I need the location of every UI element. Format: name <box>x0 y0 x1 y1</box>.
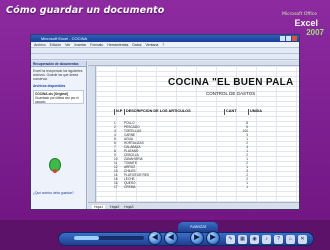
logo-office-text: Microsoft Office <box>281 12 317 17</box>
grid-icon[interactable]: ▦ <box>238 235 247 244</box>
home-icon[interactable]: ⌂ <box>286 235 295 244</box>
header-unit: UNIDA <box>248 109 268 115</box>
row-quantity: 1 <box>246 185 248 189</box>
excel-window-title: Microsoft Excel - COCINA <box>41 36 88 41</box>
logo-year-text: 2007 <box>306 28 324 37</box>
menu-edicion[interactable]: Edición <box>50 42 61 47</box>
menu-herramientas[interactable]: Herramientas <box>107 42 128 47</box>
tab-hoja2[interactable]: Hoja2 <box>110 205 119 209</box>
lesson-title: Cómo guardar un documento <box>6 5 165 16</box>
sound-icon[interactable]: ♪ <box>262 235 271 244</box>
recovered-file-item[interactable]: COCINA.xls [Original] Guardado por últim… <box>33 90 84 104</box>
header-description: DESCRIPCION DE LOS ARTICULOS <box>124 109 224 115</box>
menu-formato[interactable]: Formato <box>90 42 103 47</box>
close-icon[interactable] <box>292 36 297 41</box>
table-row[interactable]: 17 CREMA 1 <box>114 185 299 189</box>
tab-hoja3[interactable]: Hoja3 <box>124 205 133 209</box>
tab-hoja1[interactable]: Hoja1 <box>92 205 106 209</box>
help-link[interactable]: ¿Qué archivo debo guardar? <box>33 191 74 195</box>
menu-ver[interactable]: Ver <box>65 42 70 47</box>
taskpane-header: Recuperación de documentos <box>31 61 86 67</box>
next-icon[interactable]: ▶ <box>190 231 204 245</box>
menu-datos[interactable]: Datos <box>132 42 141 47</box>
help-icon[interactable]: ? <box>274 235 283 244</box>
worksheet-grid[interactable]: COCINA "EL BUEN PALA CONTROL DE GASTOS N… <box>88 61 299 209</box>
logo-product-text: Excel <box>294 18 318 28</box>
sheet-title: COCINA "EL BUEN PALA <box>168 77 294 88</box>
table-rows: 1 POLLO 8 2 PESCADO 5 3 TORTILLAS 100 4 CARNE 3 5 AGU… <box>114 121 299 189</box>
taskpane-intro: Excel ha recuperado los siguientes archi… <box>33 69 83 81</box>
sheet-subtitle: CONTROL DE GASTOS <box>206 91 256 96</box>
recovered-file-detail: Guardado por última vez por el usuario <box>35 96 79 104</box>
forward-icon[interactable]: ▶ <box>206 231 220 245</box>
minimize-icon[interactable] <box>280 36 285 41</box>
row-headers[interactable] <box>88 66 96 202</box>
menu-ayuda[interactable]: ? <box>162 42 164 47</box>
progress-bar[interactable] <box>74 236 144 240</box>
header-np: N.P <box>114 109 123 115</box>
sheet-tabs: Hoja1 Hoja2 Hoja3 <box>88 202 299 209</box>
formatting-toolbar[interactable] <box>31 54 299 60</box>
menu-archivo[interactable]: Archivo <box>34 42 46 47</box>
document-recovery-pane: Recuperación de documentos Excel ha recu… <box>31 61 87 209</box>
previous-icon[interactable]: ◀ <box>164 231 178 245</box>
rewind-icon[interactable]: ◀ <box>148 231 162 245</box>
excel-title-bar: Microsoft Excel - COCINA <box>31 35 299 42</box>
exit-icon[interactable]: ✕ <box>298 235 307 244</box>
menu-ventana[interactable]: Ventana <box>146 42 159 47</box>
header-quantity: CANT <box>224 109 248 115</box>
pen-icon[interactable]: ✎ <box>226 235 235 244</box>
row-number: 17 <box>114 185 118 189</box>
row-description: CREMA <box>124 185 136 189</box>
maximize-icon[interactable] <box>286 36 291 41</box>
camera-icon[interactable]: ◉ <box>250 235 259 244</box>
taskpane-section: Archivos disponibles <box>33 84 66 88</box>
progress-fill <box>74 236 99 240</box>
excel-screenshot: Microsoft Excel - COCINA Archivo Edición… <box>30 34 300 210</box>
menu-insertar[interactable]: Insertar <box>74 42 86 47</box>
table-header: N.P DESCRIPCION DE LOS ARTICULOS CANT UN… <box>114 109 268 115</box>
assistant-icon[interactable] <box>49 158 61 173</box>
